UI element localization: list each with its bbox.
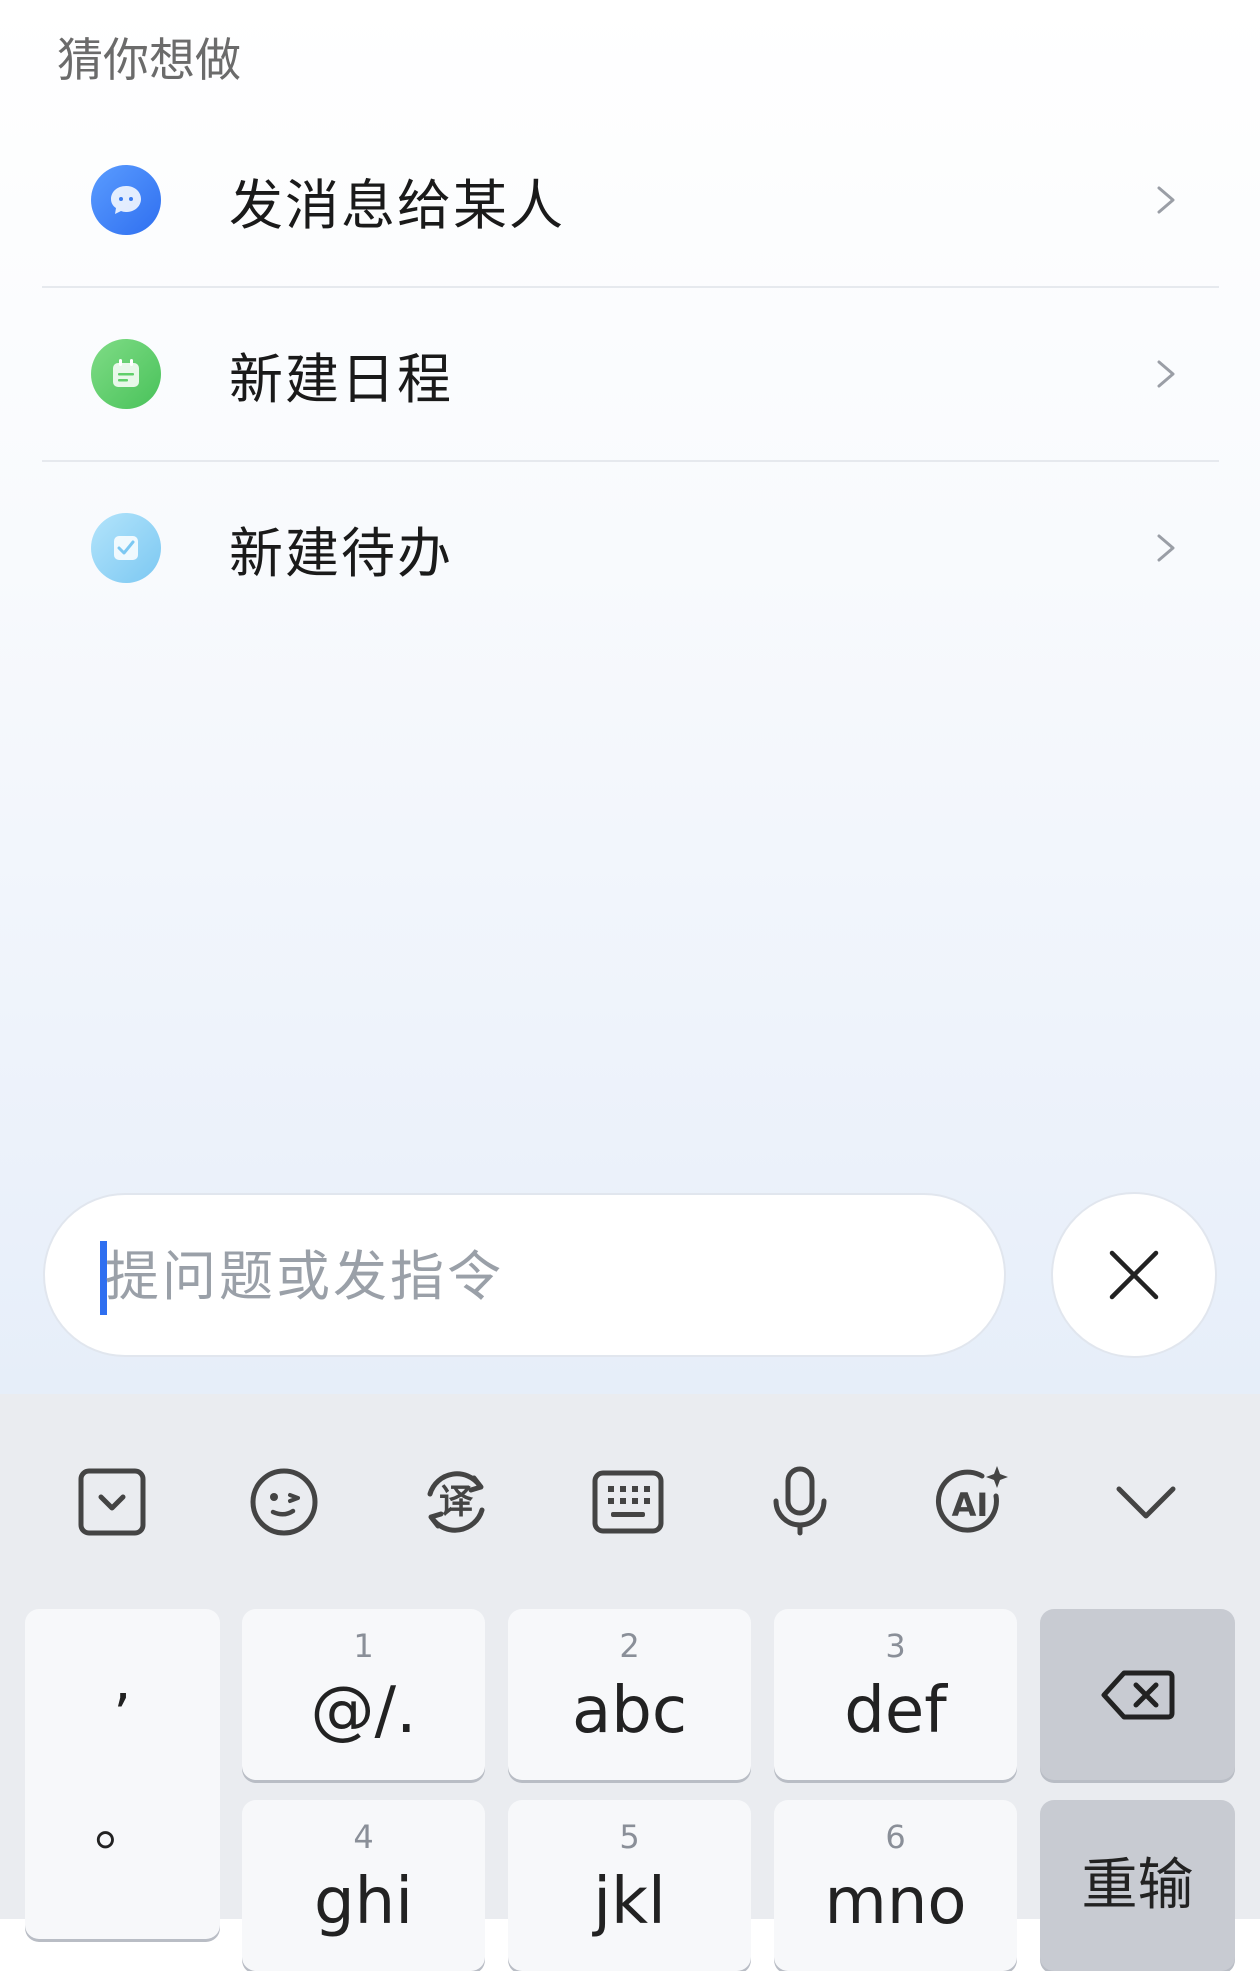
assistant-panel: 猜你想做 发消息给某人 新建日程 新建待办 提问题或发指令 (0, 0, 1260, 1394)
chevron-down-icon (1116, 1486, 1176, 1519)
ask-input[interactable]: 提问题或发指令 (43, 1193, 1006, 1357)
period-key[interactable]: 。 (25, 1781, 220, 1862)
voice-input-button[interactable] (758, 1460, 842, 1544)
backspace-key[interactable] (1040, 1609, 1235, 1780)
backspace-icon (1101, 1670, 1174, 1719)
key-number: 1 (353, 1627, 374, 1665)
collapse-box-icon (78, 1468, 146, 1536)
todo-check-icon (91, 513, 161, 583)
key-number: 5 (619, 1818, 640, 1856)
suggestion-label: 新建待办 (229, 521, 453, 585)
key-1[interactable]: 1 @/. (242, 1609, 485, 1780)
chevron-right-icon (1157, 186, 1175, 214)
calendar-icon (91, 339, 161, 409)
key-label: abc (571, 1674, 688, 1748)
keyboard-icon (592, 1470, 664, 1534)
keyboard-switch-button[interactable] (586, 1460, 670, 1544)
suggestion-new-todo[interactable]: 新建待办 (42, 462, 1219, 634)
close-icon (1109, 1250, 1159, 1300)
key-label: mno (824, 1865, 967, 1939)
key-label: jkl (593, 1865, 666, 1939)
key-number: 3 (885, 1627, 906, 1665)
translate-button[interactable]: 译 (414, 1460, 498, 1544)
key-4[interactable]: 4 ghi (242, 1800, 485, 1971)
collapse-box-button[interactable] (70, 1460, 154, 1544)
key-5[interactable]: 5 jkl (508, 1800, 751, 1971)
chevron-right-icon (1157, 360, 1175, 388)
key-6[interactable]: 6 mno (774, 1800, 1017, 1971)
reset-label: 重输 (1081, 1853, 1194, 1918)
suggestion-label: 新建日程 (229, 347, 453, 411)
close-button[interactable] (1051, 1192, 1217, 1358)
suggestion-new-schedule[interactable]: 新建日程 (42, 288, 1219, 460)
chevron-right-icon (1157, 534, 1175, 562)
emoji-button[interactable] (242, 1460, 326, 1544)
input-placeholder: 提问题或发指令 (105, 1245, 504, 1308)
key-number: 4 (353, 1818, 374, 1856)
suggestion-label: 发消息给某人 (229, 173, 565, 237)
suggestion-send-message[interactable]: 发消息给某人 (42, 114, 1219, 286)
key-number: 6 (885, 1818, 906, 1856)
translate-label: 译 (439, 1482, 474, 1522)
key-number: 2 (619, 1627, 640, 1665)
reset-key[interactable]: 重输 (1040, 1800, 1235, 1971)
key-label: def (844, 1674, 947, 1748)
translate-icon: 译 (427, 1471, 485, 1533)
ai-label: AI (952, 1486, 989, 1524)
suggestions-title: 猜你想做 (57, 33, 241, 87)
emoji-icon (250, 1468, 318, 1536)
key-label: ghi (314, 1865, 413, 1939)
message-bubble-icon (91, 165, 161, 235)
comma-key[interactable]: , (25, 1649, 220, 1714)
punctuation-column: , 。 (25, 1609, 220, 1939)
hide-keyboard-button[interactable] (1104, 1460, 1188, 1544)
key-2[interactable]: 2 abc (508, 1609, 751, 1780)
key-3[interactable]: 3 def (774, 1609, 1017, 1780)
ai-icon: AI (936, 1466, 1008, 1533)
ai-button[interactable]: AI (930, 1460, 1014, 1544)
key-label: @/. (310, 1674, 417, 1748)
microphone-icon (773, 1466, 827, 1536)
